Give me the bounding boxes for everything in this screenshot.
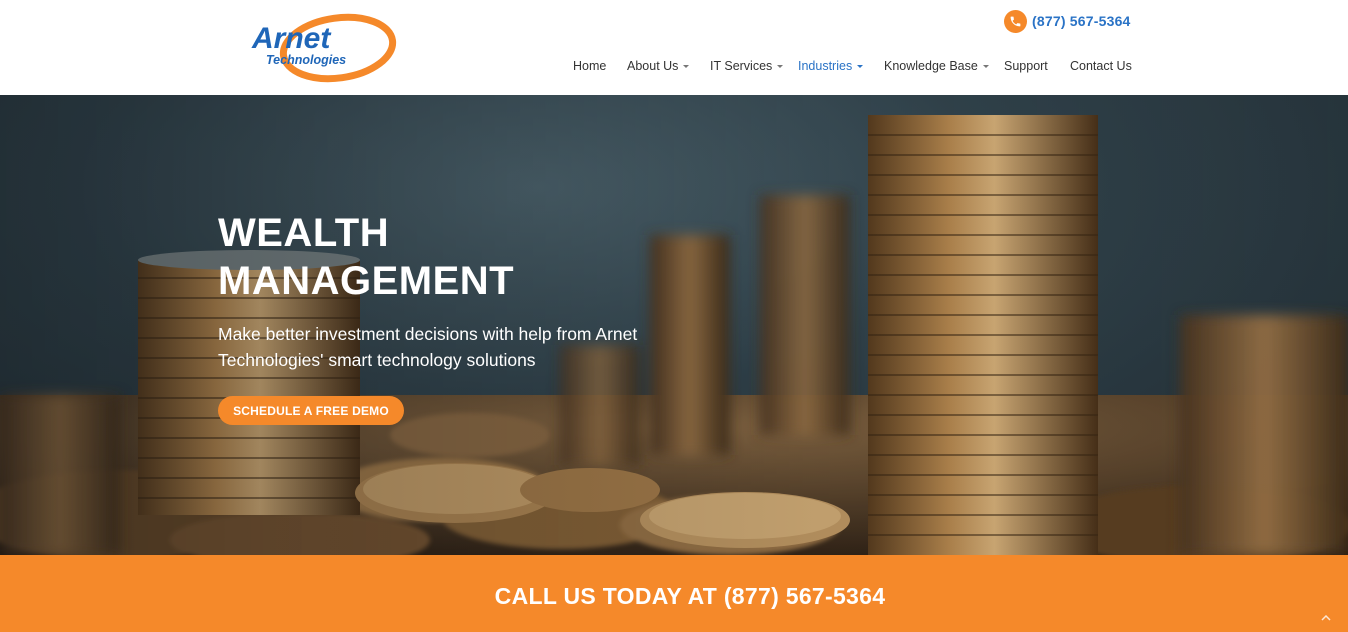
site-logo[interactable]: Arnet Technologies xyxy=(250,10,398,88)
chevron-down-icon xyxy=(982,65,989,68)
nav-label: Contact Us xyxy=(1070,59,1132,73)
nav-item-it-services[interactable]: IT Services xyxy=(710,59,784,73)
chevron-down-icon xyxy=(777,65,784,68)
hero-title-line1: WEALTH xyxy=(218,211,390,255)
hero-subtitle-line2: Technologies' smart technology solutions xyxy=(218,350,536,370)
main-nav: Home About Us IT Services Industries Kno… xyxy=(0,59,1348,75)
hero-banner: WEALTH MANAGEMENT Make better investment… xyxy=(0,95,1348,555)
site-header: Arnet Technologies (877) 567-5364 Home A… xyxy=(0,0,1348,95)
header-phone[interactable]: (877) 567-5364 xyxy=(1004,9,1131,33)
chevron-down-icon xyxy=(857,65,864,68)
nav-item-about-us[interactable]: About Us xyxy=(627,59,690,73)
nav-label: Home xyxy=(573,59,607,73)
call-us-bar: CALL US TODAY AT (877) 567-5364 xyxy=(0,555,1348,632)
nav-label: Industries xyxy=(798,59,853,73)
nav-item-knowledge-base[interactable]: Knowledge Base xyxy=(884,59,989,73)
schedule-demo-button[interactable]: SCHEDULE A FREE DEMO xyxy=(218,396,404,425)
hero-subtitle-line1: Make better investment decisions with he… xyxy=(218,324,638,344)
chevron-up-icon[interactable] xyxy=(1320,613,1332,623)
hero-title: WEALTH MANAGEMENT xyxy=(218,209,658,305)
nav-item-support[interactable]: Support xyxy=(1004,59,1048,73)
chevron-down-icon xyxy=(683,65,690,68)
phone-icon xyxy=(1004,9,1027,33)
svg-text:Arnet: Arnet xyxy=(251,22,332,55)
nav-label: About Us xyxy=(627,59,679,73)
nav-item-contact-us[interactable]: Contact Us xyxy=(1070,59,1132,73)
nav-label: Support xyxy=(1004,59,1048,73)
hero-title-line2: MANAGEMENT xyxy=(218,259,515,303)
nav-item-industries[interactable]: Industries xyxy=(798,59,864,73)
nav-item-home[interactable]: Home xyxy=(573,59,606,73)
header-phone-number[interactable]: (877) 567-5364 xyxy=(1032,13,1131,29)
nav-label: IT Services xyxy=(710,59,773,73)
hero-subtitle: Make better investment decisions with he… xyxy=(218,321,678,373)
nav-label: Knowledge Base xyxy=(884,59,978,73)
call-us-text[interactable]: CALL US TODAY AT (877) 567-5364 xyxy=(0,583,1348,610)
